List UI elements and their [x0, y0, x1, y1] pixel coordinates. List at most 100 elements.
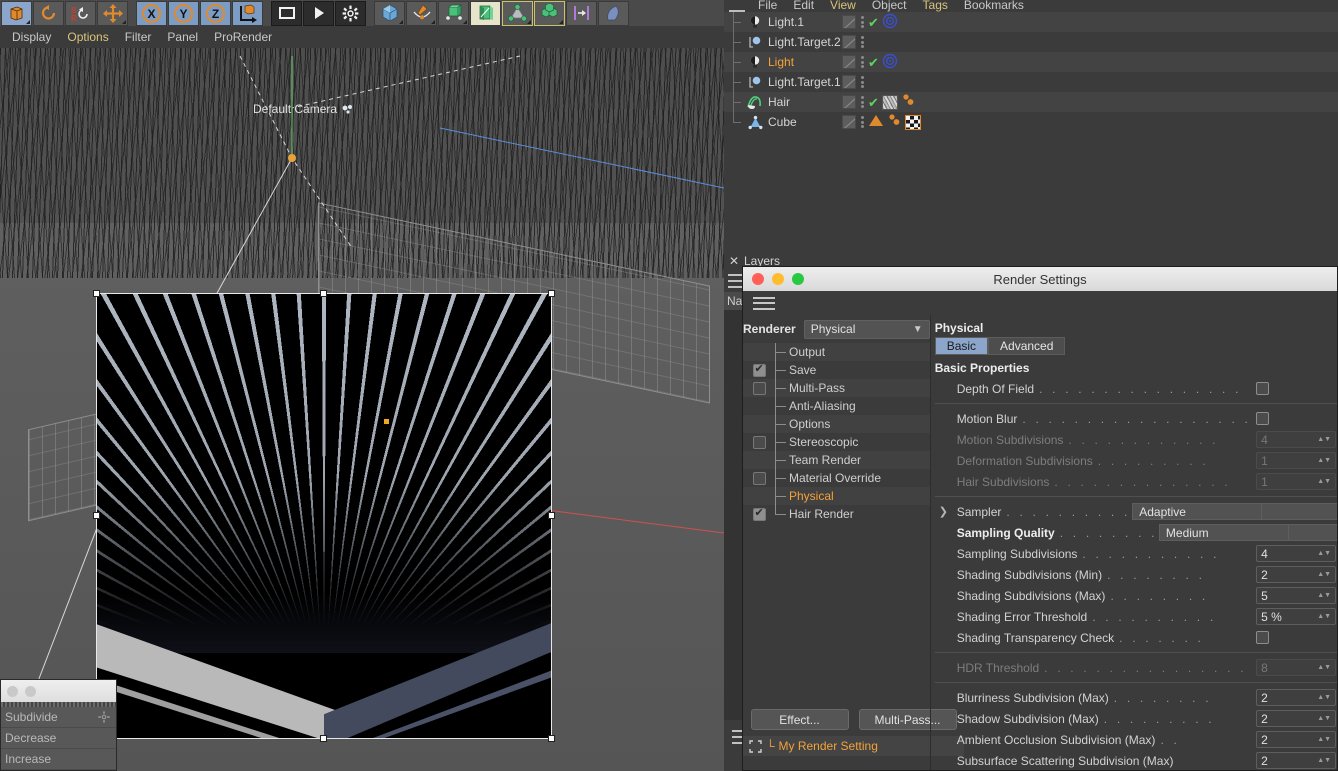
viewport-menu-options[interactable]: Options	[59, 30, 116, 44]
depth-of-field-checkbox[interactable]	[1256, 382, 1270, 395]
texture-tag[interactable]	[905, 114, 921, 130]
menu-view[interactable]: View	[822, 0, 864, 12]
tree-item-hair-render[interactable]: Hair Render	[743, 505, 930, 523]
menu-bookmarks[interactable]: Bookmarks	[956, 0, 1032, 12]
display-tag[interactable]	[842, 55, 856, 69]
material-override-checkbox[interactable]	[752, 471, 766, 485]
property-shading-subdivisions-max[interactable]: Shading Subdivisions (Max) . . . . . . .…	[931, 585, 1337, 606]
tab-basic[interactable]: Basic	[934, 337, 989, 355]
property-shadow-subdivision-max[interactable]: Shadow Subdivision (Max) . . . . . . . .…	[931, 708, 1337, 729]
selection-handle-tl[interactable]	[93, 290, 100, 297]
sampler-dropdown[interactable]: Adaptive	[1132, 503, 1263, 520]
scale-rotate-reset-icon[interactable]: SR	[65, 0, 96, 26]
spinner-icon[interactable]: ▲▼	[1317, 550, 1331, 557]
tree-item-output[interactable]: Output	[743, 343, 930, 361]
add-deformer-icon[interactable]	[470, 0, 501, 26]
tree-item-stereoscopic[interactable]: Stereoscopic	[743, 433, 930, 451]
render-settings-title-bar[interactable]: Render Settings	[743, 267, 1337, 291]
object-manager[interactable]: Light.1 ✔ Light.Target.2 Light ✔ Light.T…	[724, 12, 1338, 252]
render-settings-window[interactable]: Render Settings Renderer Physical ▼ Outp…	[742, 266, 1338, 771]
render-to-picture-viewer-icon[interactable]	[303, 0, 334, 26]
blurriness-subdivision-max-field[interactable]: 2 ▲▼	[1256, 689, 1337, 706]
model-mode-icon[interactable]	[1, 0, 32, 26]
selection-handle-mr[interactable]	[548, 512, 555, 519]
zoom-icon[interactable]	[792, 273, 804, 285]
lock-y-axis-icon[interactable]: Y	[168, 0, 199, 26]
menu-edit[interactable]: Edit	[785, 0, 822, 12]
spinner-icon[interactable]: ▲▼	[1317, 736, 1331, 743]
tree-item-material-override[interactable]: Material Override	[743, 469, 930, 487]
sampling-quality-dropdown[interactable]: Medium	[1158, 524, 1289, 541]
selection-handle-br[interactable]	[548, 735, 555, 742]
tree-item-team-render[interactable]: Team Render	[743, 451, 930, 469]
object-row-light-target-1[interactable]: Light.Target.1	[724, 72, 1338, 92]
chevron-right-icon[interactable]: ❯	[939, 505, 948, 518]
spinner-icon[interactable]: ▲▼	[1317, 592, 1331, 599]
hair-dots-tag[interactable]	[901, 93, 916, 111]
shading-subdivisions-min-field[interactable]: 2 ▲▼	[1256, 566, 1337, 583]
menu-object[interactable]: Object	[864, 0, 915, 12]
check-tag[interactable]: ✔	[868, 16, 879, 29]
spinner-icon[interactable]: ▲▼	[1317, 571, 1331, 578]
effect-button[interactable]: Effect...	[750, 709, 849, 730]
property-sampler[interactable]: ❯ Sampler . . . . . . . . . . . . . . . …	[931, 501, 1337, 522]
subsurface-scattering-subdivision-max-field[interactable]: 2 ▲▼	[1256, 752, 1337, 769]
display-tag[interactable]	[842, 35, 856, 49]
phong-tag[interactable]	[868, 113, 884, 131]
object-row-light-1[interactable]: Light.1 ✔	[724, 12, 1338, 32]
menu-tags[interactable]: Tags	[915, 0, 956, 12]
rotate-object-axis-icon[interactable]	[33, 0, 64, 26]
spinner-icon[interactable]: ▲▼	[1317, 757, 1331, 764]
viewport-3d[interactable]: Default Camera	[0, 48, 724, 771]
move-axis-icon[interactable]	[97, 0, 128, 26]
tree-item-save[interactable]: Save	[743, 361, 930, 379]
spinner-icon[interactable]: ▲▼	[1317, 715, 1331, 722]
display-tag[interactable]	[842, 115, 856, 129]
property-motion-blur[interactable]: Motion Blur . . . . . . . . . . . . . . …	[931, 408, 1337, 429]
tree-item-multi-pass[interactable]: Multi-Pass	[743, 379, 930, 397]
target-tag[interactable]	[882, 53, 898, 72]
world-object-coordinate-icon[interactable]	[232, 0, 263, 26]
sampler-field-extension[interactable]	[1262, 503, 1337, 520]
viewport-menu-prorender[interactable]: ProRender	[206, 30, 280, 44]
selection-handle-tr[interactable]	[548, 290, 555, 297]
property-shading-subdivisions-min[interactable]: Shading Subdivisions (Min) . . . . . . .…	[931, 564, 1337, 585]
selection-handle-ml[interactable]	[93, 512, 100, 519]
property-shading-error-threshold[interactable]: Shading Error Threshold . . . . . . . . …	[931, 606, 1337, 627]
add-effector-icon[interactable]	[566, 0, 597, 26]
hair-material-tag[interactable]	[881, 94, 898, 110]
dots-tag[interactable]	[859, 55, 865, 69]
add-dynamics-icon[interactable]	[598, 0, 629, 26]
tree-item-options[interactable]: Options	[743, 415, 930, 433]
hamburger-icon[interactable]	[753, 296, 775, 310]
add-generator-nurbs-icon[interactable]	[438, 0, 469, 26]
dots-tag[interactable]	[859, 115, 865, 129]
hair-render-checkbox[interactable]	[752, 506, 766, 521]
shading-transparency-check-checkbox[interactable]	[1256, 631, 1270, 644]
dots-tag[interactable]	[859, 75, 865, 89]
close-icon[interactable]: ✕	[724, 254, 744, 268]
close-icon[interactable]	[752, 273, 764, 285]
property-sampling-subdivisions[interactable]: Sampling Subdivisions . . . . . . . . . …	[931, 543, 1337, 564]
ambient-occlusion-subdivision-max-field[interactable]: 2 ▲▼	[1256, 731, 1337, 748]
tree-item-physical[interactable]: Physical	[743, 487, 930, 505]
object-row-hair[interactable]: Hair ✔	[724, 92, 1338, 112]
minimize-icon[interactable]	[25, 685, 36, 697]
display-tag[interactable]	[842, 15, 856, 29]
lock-z-axis-icon[interactable]: Z	[200, 0, 231, 26]
dots-tag[interactable]	[859, 15, 865, 29]
property-subsurface-scattering-subdivision-max[interactable]: Subsurface Scattering Subdivision (Max) …	[931, 750, 1337, 770]
motion-blur-checkbox[interactable]	[1256, 412, 1270, 425]
display-tag[interactable]	[842, 75, 856, 89]
viewport-menu-filter[interactable]: Filter	[117, 30, 160, 44]
fragment-item-decrease[interactable]: Decrease	[1, 728, 116, 749]
selection-handle-tm[interactable]	[320, 290, 327, 297]
add-scene-environment-icon[interactable]	[502, 0, 533, 26]
dots-tag[interactable]	[859, 35, 865, 49]
check-tag[interactable]: ✔	[868, 56, 879, 69]
renderer-dropdown[interactable]: Physical ▼	[803, 319, 930, 339]
add-spline-icon[interactable]	[406, 0, 437, 26]
save-checkbox[interactable]	[752, 362, 766, 377]
property-ambient-occlusion-subdivision-max[interactable]: Ambient Occlusion Subdivision (Max) . . …	[931, 729, 1337, 750]
dots-tag[interactable]	[859, 95, 865, 109]
